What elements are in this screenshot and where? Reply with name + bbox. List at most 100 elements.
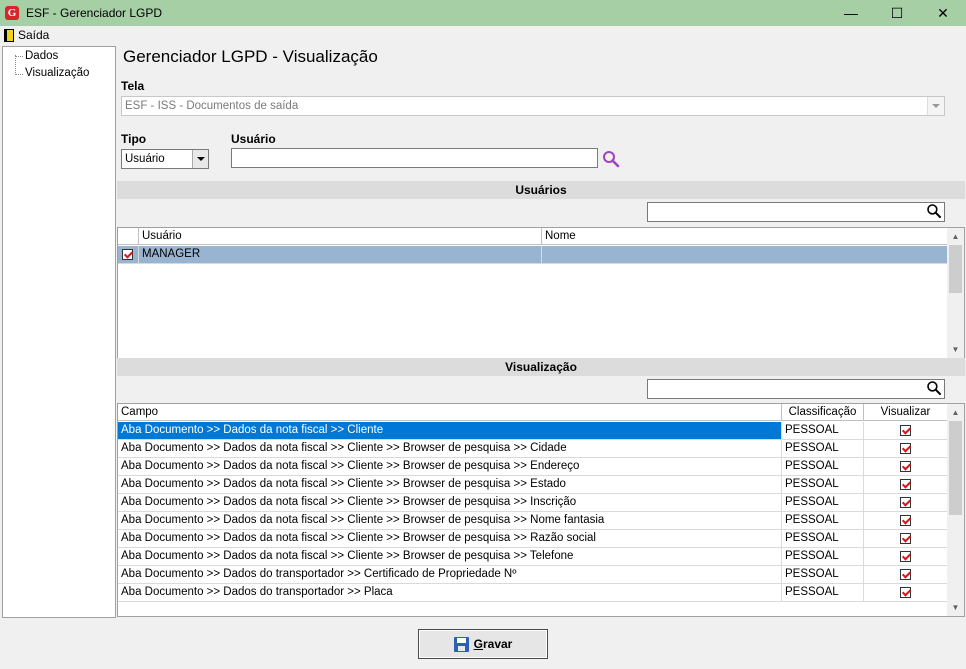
column-header-classificacao[interactable]: Classificação (782, 404, 864, 421)
table-row[interactable]: Aba Documento >> Dados da nota fiscal >>… (118, 548, 947, 566)
tela-select-value: ESF - ISS - Documentos de saída (125, 100, 299, 112)
visualizacao-grid[interactable]: Campo Classificação Visualizar Aba Docum… (117, 403, 965, 617)
row-checkbox[interactable] (122, 249, 133, 260)
classificacao-cell: PESSOAL (782, 566, 864, 583)
maximize-button[interactable]: ☐ (874, 0, 920, 26)
scroll-thumb[interactable] (949, 421, 962, 515)
tipo-label: Tipo (121, 132, 147, 146)
visualizar-cell[interactable] (864, 476, 947, 493)
close-icon: ✕ (937, 4, 949, 21)
classificacao-cell: PESSOAL (782, 530, 864, 547)
column-header-nome[interactable]: Nome (542, 228, 947, 245)
tree-item-dados[interactable]: Dados (25, 50, 58, 62)
classificacao-cell: PESSOAL (782, 458, 864, 475)
menu-bar: Saída (0, 26, 966, 44)
title-bar[interactable]: G ESF - Gerenciador LGPD — ☐ ✕ (0, 0, 966, 26)
scroll-up-icon[interactable]: ▲ (947, 404, 964, 421)
scroll-down-icon[interactable]: ▼ (947, 599, 964, 616)
table-row[interactable]: Aba Documento >> Dados do transportador … (118, 566, 947, 584)
visualizar-checkbox[interactable] (900, 515, 911, 526)
visualizar-checkbox[interactable] (900, 587, 911, 598)
navigation-tree[interactable]: Dados Visualização (2, 46, 116, 618)
visualizar-cell[interactable] (864, 422, 947, 439)
search-icon[interactable] (926, 380, 942, 396)
visualizacao-search-input[interactable] (647, 379, 945, 399)
usuarios-search-input[interactable] (647, 202, 945, 222)
usuario-label: Usuário (231, 132, 276, 146)
visualizar-checkbox[interactable] (900, 497, 911, 508)
usuarios-vertical-scrollbar[interactable]: ▲ ▼ (947, 228, 964, 358)
table-row[interactable]: Aba Documento >> Dados do transportador … (118, 584, 947, 602)
visualizacao-vertical-scrollbar[interactable]: ▲ ▼ (947, 404, 964, 616)
column-header-campo[interactable]: Campo (118, 404, 782, 421)
column-header-usuario[interactable]: Usuário (139, 228, 542, 245)
campo-cell: Aba Documento >> Dados da nota fiscal >>… (118, 458, 782, 475)
visualizar-checkbox[interactable] (900, 425, 911, 436)
table-row[interactable]: Aba Documento >> Dados da nota fiscal >>… (118, 458, 947, 476)
campo-cell: Aba Documento >> Dados da nota fiscal >>… (118, 476, 782, 493)
visualizar-cell[interactable] (864, 548, 947, 565)
minimize-icon: — (844, 5, 858, 21)
visualizar-cell[interactable] (864, 458, 947, 475)
campo-cell: Aba Documento >> Dados da nota fiscal >>… (118, 494, 782, 511)
tipo-select-value: Usuário (125, 153, 165, 165)
tipo-select[interactable]: Usuário (121, 149, 209, 169)
chevron-down-icon[interactable] (192, 150, 208, 168)
visualizar-checkbox[interactable] (900, 443, 911, 454)
visualizar-checkbox[interactable] (900, 551, 911, 562)
table-row[interactable]: Aba Documento >> Dados da nota fiscal >>… (118, 494, 947, 512)
visualizar-cell[interactable] (864, 566, 947, 583)
visualizar-cell[interactable] (864, 530, 947, 547)
search-user-icon[interactable] (601, 149, 621, 169)
visualizar-checkbox[interactable] (900, 461, 911, 472)
select-column-header (118, 228, 139, 245)
table-row[interactable]: MANAGER (118, 246, 947, 264)
visualizar-checkbox[interactable] (900, 533, 911, 544)
table-row[interactable]: Aba Documento >> Dados da nota fiscal >>… (118, 476, 947, 494)
search-icon[interactable] (926, 203, 942, 219)
floppy-disk-icon (453, 636, 469, 652)
classificacao-cell: PESSOAL (782, 548, 864, 565)
row-checkbox-cell[interactable] (118, 246, 139, 263)
campo-cell: Aba Documento >> Dados da nota fiscal >>… (118, 548, 782, 565)
tela-select: ESF - ISS - Documentos de saída (121, 96, 945, 116)
menu-exit[interactable]: Saída (18, 28, 49, 42)
visualizar-checkbox[interactable] (900, 569, 911, 580)
table-row[interactable]: Aba Documento >> Dados da nota fiscal >>… (118, 422, 947, 440)
scroll-thumb[interactable] (949, 245, 962, 293)
maximize-icon: ☐ (890, 4, 904, 21)
client-area: Dados Visualização Gerenciador LGPD - Vi… (0, 44, 966, 669)
campo-cell: Aba Documento >> Dados da nota fiscal >>… (118, 512, 782, 529)
column-header-visualizar[interactable]: Visualizar (864, 404, 947, 421)
table-row[interactable]: Aba Documento >> Dados da nota fiscal >>… (118, 530, 947, 548)
visualizacao-section-header: Visualização (117, 358, 965, 376)
usuarios-grid[interactable]: Usuário Nome MANAGER ▲ ▼ (117, 227, 965, 359)
app-logo-icon: G (5, 6, 19, 20)
tree-connector (15, 55, 16, 75)
tela-label: Tela (121, 79, 145, 93)
close-button[interactable]: ✕ (920, 0, 966, 26)
classificacao-cell: PESSOAL (782, 584, 864, 601)
usuarios-section-header: Usuários (117, 181, 965, 199)
scroll-up-icon[interactable]: ▲ (947, 228, 964, 245)
save-button[interactable]: Gravar (418, 629, 548, 659)
usuario-cell: MANAGER (139, 246, 542, 263)
scroll-down-icon[interactable]: ▼ (947, 341, 964, 358)
minimize-button[interactable]: — (828, 0, 874, 26)
visualizar-cell[interactable] (864, 584, 947, 601)
tree-item-visualizacao[interactable]: Visualização (25, 67, 89, 79)
save-button-label-rest: ravar (482, 637, 513, 651)
visualizacao-grid-header: Campo Classificação Visualizar (118, 404, 947, 421)
chevron-down-icon (927, 97, 944, 115)
visualizar-cell[interactable] (864, 494, 947, 511)
classificacao-cell: PESSOAL (782, 512, 864, 529)
visualizar-cell[interactable] (864, 512, 947, 529)
visualizar-cell[interactable] (864, 440, 947, 457)
campo-cell: Aba Documento >> Dados da nota fiscal >>… (118, 530, 782, 547)
exit-door-icon[interactable] (4, 28, 14, 42)
tree-connector (15, 56, 23, 57)
table-row[interactable]: Aba Documento >> Dados da nota fiscal >>… (118, 440, 947, 458)
table-row[interactable]: Aba Documento >> Dados da nota fiscal >>… (118, 512, 947, 530)
visualizar-checkbox[interactable] (900, 479, 911, 490)
usuario-input[interactable] (231, 148, 598, 168)
